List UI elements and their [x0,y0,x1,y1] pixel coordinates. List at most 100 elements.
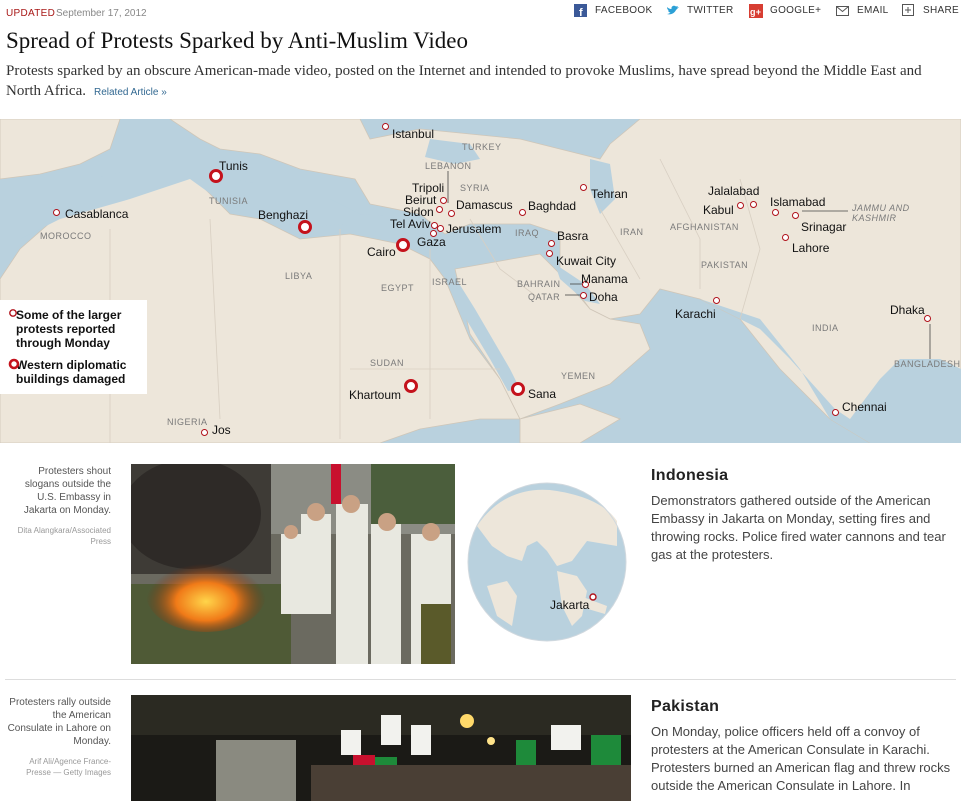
google-plus-icon: g+ [749,3,763,18]
article-title: Spread of Protests Sparked by Anti-Musli… [6,28,468,53]
story-heading: Pakistan [651,698,720,715]
region-label: PAKISTAN [701,260,749,270]
city-label: Basra [557,229,589,243]
region-label: AFGHANISTAN [670,222,739,232]
city-label: Lahore [792,241,830,255]
city-label: Istanbul [392,127,435,141]
city-label: Srinagar [801,220,847,234]
city-label: Tel Aviv [390,217,431,231]
svg-text:f: f [579,7,583,17]
city-label: Jerusalem [446,222,502,236]
region-label: JAMMU AND [852,203,910,213]
city-label: Jos [212,423,231,437]
twitter-icon [666,4,679,17]
protest-marker [580,184,587,191]
photo-caption: Protesters shout slogans outside the U.S… [23,466,111,516]
locator-globe: Jakarta [467,466,627,660]
legend-damaged-text: Western diplomatic buildings damaged [16,358,127,386]
protest-marker [772,209,779,216]
damaged-marker [511,382,525,396]
updated-label: UPDATED [6,8,56,19]
city-label: Benghazi [258,208,309,222]
protest-marker [546,250,553,257]
related-article-link[interactable]: Related Article » [94,87,167,98]
photo-credit: Arif Ali/Agence France-Presse — Getty Im… [26,757,111,777]
twitter-label: TWITTER [687,4,734,16]
protest-marker [437,225,444,232]
city-label: Doha [589,290,618,304]
region-label: LEBANON [425,161,472,171]
share-label: SHARE [923,4,959,16]
map-legend: Some of the larger protests reported thr… [0,300,147,394]
protest-marker [713,297,720,304]
protest-marker [580,292,587,299]
email-share-link[interactable]: EMAIL [836,3,889,17]
region-label: BAHRAIN [517,279,561,289]
city-label: Gaza [417,235,446,249]
globe-city-label: Jakarta [550,598,590,612]
facebook-icon: f [574,3,587,19]
updated-date: September 17, 2012 [56,8,147,19]
city-label: Jalalabad [708,184,760,198]
protest-marker [782,234,789,241]
protest-marker [792,212,799,219]
damaged-marker [396,238,410,252]
protest-map: TURKEY LEBANON SYRIA TUNISIA MOROCCO LIB… [0,119,961,443]
svg-text:g+: g+ [750,7,761,17]
facebook-label: FACEBOOK [595,4,653,16]
city-label: Manama [581,272,628,286]
photo-caption: Protesters rally outside the American Co… [7,697,111,747]
city-label: Kabul [703,203,734,217]
protest-marker [201,429,208,436]
indonesia-photo [131,464,455,664]
protest-marker [548,240,555,247]
region-label: SUDAN [370,358,405,368]
region-label: EGYPT [381,283,415,293]
story-text: Demonstrators gathered outside of the Am… [651,493,946,562]
region-label: IRAQ [515,228,540,238]
protest-marker [519,209,526,216]
facebook-share-link[interactable]: f FACEBOOK [574,3,653,19]
damaged-marker [404,379,418,393]
protest-marker [832,409,839,416]
region-label: BANGLADESH [894,359,961,369]
email-icon [836,4,849,17]
protest-marker [53,209,60,216]
photo-credit: Dita Alangkara/Associated Press [17,526,111,546]
city-label: Tunis [219,159,248,173]
protest-marker [382,123,389,130]
city-label: Islamabad [770,195,826,209]
city-label: Damascus [456,198,513,212]
protest-marker [440,197,447,204]
legend-protest: Some of the larger protests reported thr… [8,308,147,350]
pakistan-photo [131,695,631,801]
protest-marker [750,201,757,208]
region-label: LIBYA [285,271,313,281]
story-text: On Monday, police officers held off a co… [651,724,951,793]
region-label: KASHMIR [852,213,897,223]
city-label: Tehran [591,187,628,201]
damaged-marker [298,220,312,234]
region-label: QATAR [528,292,561,302]
city-label: Kuwait City [556,254,617,268]
city-label: Cairo [367,245,396,259]
protest-marker [924,315,931,322]
google-plus-label: GOOGLE+ [770,4,822,16]
region-label: IRAN [620,227,644,237]
map-land [0,119,961,443]
region-label: TURKEY [462,142,502,152]
city-label: Karachi [675,307,716,321]
google-plus-share-link[interactable]: g+ GOOGLE+ [749,3,822,18]
legend-protest-text: Some of the larger protests reported thr… [16,308,122,350]
twitter-share-link[interactable]: TWITTER [666,3,734,17]
more-share-link[interactable]: SHARE [902,3,959,17]
region-label: SYRIA [460,183,490,193]
email-label: EMAIL [857,4,889,16]
city-label: Chennai [842,400,887,414]
article-summary: Protests sparked by an obscure American-… [6,61,946,103]
city-label: Casablanca [65,207,129,221]
plus-icon [902,3,915,17]
city-label: Dhaka [890,303,925,317]
region-label: INDIA [812,323,839,333]
region-label: YEMEN [561,371,596,381]
